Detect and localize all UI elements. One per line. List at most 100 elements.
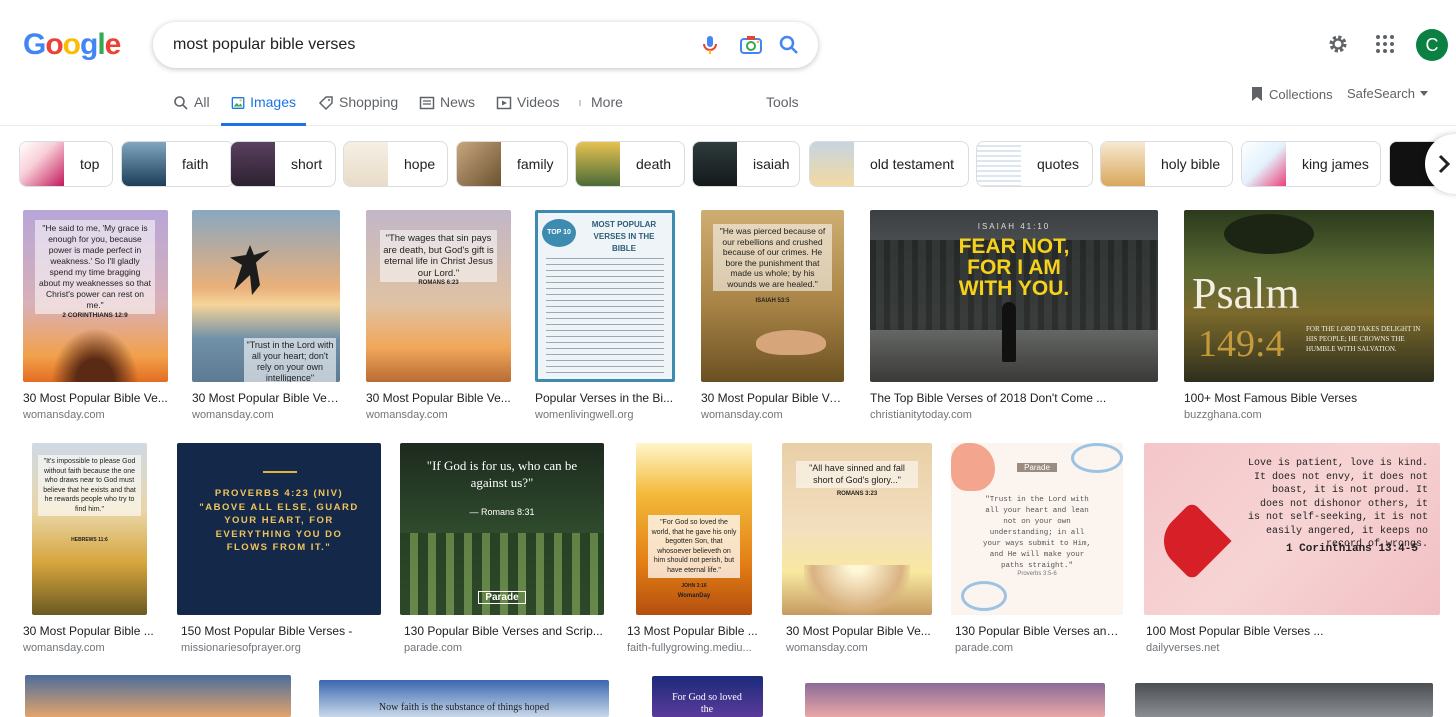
result-title[interactable]: 30 Most Popular Bible ... — [23, 624, 159, 638]
image-result[interactable]: "For God so loved the world, that he gav… — [623, 443, 763, 658]
result-image[interactable]: Parade "Trust in the Lord with all your … — [951, 443, 1123, 615]
result-source: womansday.com — [23, 409, 105, 421]
image-overlay-text: Now faith is the substance of things hop… — [378, 702, 550, 713]
image-result[interactable]: Psalm 149:4 FOR THE LORD TAKES DELIGHT I… — [1184, 210, 1434, 425]
result-source: missionariesofprayer.org — [181, 642, 301, 654]
search-icon[interactable] — [777, 33, 801, 57]
image-result[interactable]: ISAIAH 41:10 FEAR NOT, FOR I AM WITH YOU… — [870, 210, 1158, 425]
image-result[interactable]: For God so loved the — [652, 676, 763, 717]
apps-grid-icon[interactable] — [1373, 32, 1397, 56]
image-result[interactable]: Now faith is the substance of things hop… — [319, 680, 609, 717]
tab-news[interactable]: News — [419, 94, 475, 126]
result-image[interactable] — [805, 683, 1105, 717]
tab-more[interactable]: More — [578, 94, 623, 126]
chip[interactable]: holy bible — [1100, 141, 1233, 187]
safesearch-dropdown[interactable]: SafeSearch — [1347, 86, 1428, 101]
result-image[interactable]: PROVERBS 4:23 (NIV) "ABOVE ALL ELSE, GUA… — [177, 443, 381, 615]
tab-videos[interactable]: Videos — [496, 94, 560, 126]
tab-shopping[interactable]: Shopping — [318, 94, 398, 126]
image-result[interactable]: Love is patient, love is kind. It does n… — [1142, 443, 1440, 658]
result-title[interactable]: 100 Most Popular Bible Verses ... — [1146, 624, 1440, 638]
result-image[interactable]: "He was pierced because of our rebellion… — [701, 210, 844, 382]
chip[interactable]: king james — [1241, 141, 1381, 187]
search-icon — [174, 96, 188, 110]
result-title[interactable]: The Top Bible Verses of 2018 Don't Come … — [870, 391, 1158, 405]
tab-images[interactable]: Images — [221, 94, 306, 126]
image-overlay-number: 149:4 — [1198, 323, 1285, 365]
result-title[interactable]: 100+ Most Famous Bible Verses — [1184, 391, 1434, 405]
result-image[interactable]: "It's impossible to please God without f… — [32, 443, 147, 615]
image-result[interactable]: PROVERBS 4:23 (NIV) "ABOVE ALL ELSE, GUA… — [177, 443, 381, 658]
result-source: faith-fullygrowing.mediu... — [627, 642, 752, 654]
image-result[interactable]: "He said to me, 'My grace is enough for … — [23, 210, 168, 425]
image-overlay-text: "If God is for us, who can be against us… — [426, 458, 578, 490]
chip[interactable]: faith — [121, 141, 234, 187]
mic-icon[interactable] — [698, 33, 722, 57]
image-overlay-text: For God so loved the — [672, 692, 742, 715]
image-result[interactable]: "Trust in the Lord with all your heart; … — [192, 210, 340, 425]
chip[interactable]: quotes — [976, 141, 1093, 187]
result-image[interactable] — [25, 675, 291, 717]
caret-down-icon — [1419, 90, 1428, 96]
result-title[interactable]: 130 Popular Bible Verses and... — [955, 624, 1123, 638]
result-title[interactable]: 13 Most Popular Bible ... — [627, 624, 763, 638]
chip[interactable]: death — [575, 141, 685, 187]
image-overlay-text: Psalm — [1192, 269, 1300, 318]
related-searches-chips: top faith short hope family death isaiah… — [19, 141, 1456, 188]
chip[interactable]: old testament — [809, 141, 969, 187]
image-result[interactable]: "It's impossible to please God without f… — [19, 443, 159, 658]
result-image[interactable]: "He said to me, 'My grace is enough for … — [23, 210, 168, 382]
result-image[interactable]: Love is patient, love is kind. It does n… — [1144, 443, 1440, 615]
avatar[interactable]: C — [1416, 29, 1448, 61]
result-image[interactable]: "All have sinned and fall short of God's… — [782, 443, 932, 615]
result-image[interactable]: "Trust in the Lord with all your heart; … — [192, 210, 340, 382]
result-image[interactable] — [1135, 683, 1433, 717]
image-result[interactable]: TOP 10 MOST POPULAR VERSES IN THE BIBLE … — [535, 210, 675, 425]
image-result[interactable] — [805, 683, 1105, 717]
camera-icon[interactable] — [739, 33, 763, 57]
chip[interactable]: top — [19, 141, 113, 187]
collections-link[interactable]: Collections — [1250, 86, 1333, 102]
image-result[interactable]: "If God is for us, who can be against us… — [400, 443, 604, 658]
image-result[interactable] — [1135, 683, 1433, 717]
search-box[interactable] — [153, 22, 818, 68]
result-title[interactable]: 30 Most Popular Bible Ve... — [23, 391, 168, 405]
google-logo[interactable]: Google — [23, 28, 121, 62]
image-overlay-ref: 1 Corinthians 13:4-5 — [1285, 543, 1418, 555]
result-title[interactable]: 30 Most Popular Bible Ver... — [192, 391, 340, 405]
image-icon — [231, 97, 245, 109]
chip[interactable]: short — [230, 141, 336, 187]
chip[interactable]: hope — [343, 141, 448, 187]
result-title[interactable]: 30 Most Popular Bible Ve... — [701, 391, 844, 405]
result-image[interactable]: "If God is for us, who can be against us… — [400, 443, 604, 615]
result-image[interactable]: Now faith is the substance of things hop… — [319, 680, 609, 717]
result-title[interactable]: Popular Verses in the Bi... — [535, 391, 675, 405]
result-title[interactable]: 150 Most Popular Bible Verses - — [181, 624, 381, 638]
result-image[interactable]: Psalm 149:4 FOR THE LORD TAKES DELIGHT I… — [1184, 210, 1434, 382]
image-overlay-subtext: FOR THE LORD TAKES DELIGHT IN HIS PEOPLE… — [1306, 325, 1421, 353]
divider-line — [263, 471, 297, 473]
result-title[interactable]: 130 Popular Bible Verses and Scrip... — [404, 624, 604, 638]
chip[interactable]: isaiah — [692, 141, 800, 187]
chip[interactable]: family — [456, 141, 568, 187]
gear-icon[interactable] — [1326, 32, 1350, 56]
image-result[interactable]: "The wages that sin pays are death, but … — [366, 210, 511, 425]
hand-silhouette — [756, 330, 826, 355]
chip-thumbnail — [977, 142, 1021, 186]
search-input[interactable] — [173, 34, 693, 56]
result-image[interactable]: TOP 10 MOST POPULAR VERSES IN THE BIBLE — [535, 210, 675, 382]
image-result[interactable] — [25, 675, 291, 717]
tools-button[interactable]: Tools — [766, 94, 799, 110]
result-title[interactable]: 30 Most Popular Bible Ve... — [786, 624, 932, 638]
decorative-blob — [961, 581, 1007, 611]
result-image[interactable]: "The wages that sin pays are death, but … — [366, 210, 511, 382]
verse-list-lines — [546, 258, 664, 376]
tab-all[interactable]: All — [173, 94, 210, 126]
result-image[interactable]: For God so loved the — [652, 676, 763, 717]
image-result[interactable]: "He was pierced because of our rebellion… — [701, 210, 844, 425]
result-image[interactable]: "For God so loved the world, that he gav… — [636, 443, 752, 615]
image-result[interactable]: "All have sinned and fall short of God's… — [782, 443, 932, 658]
result-image[interactable]: ISAIAH 41:10 FEAR NOT, FOR I AM WITH YOU… — [870, 210, 1158, 382]
image-result[interactable]: Parade "Trust in the Lord with all your … — [951, 443, 1123, 658]
result-title[interactable]: 30 Most Popular Bible Ve... — [366, 391, 511, 405]
